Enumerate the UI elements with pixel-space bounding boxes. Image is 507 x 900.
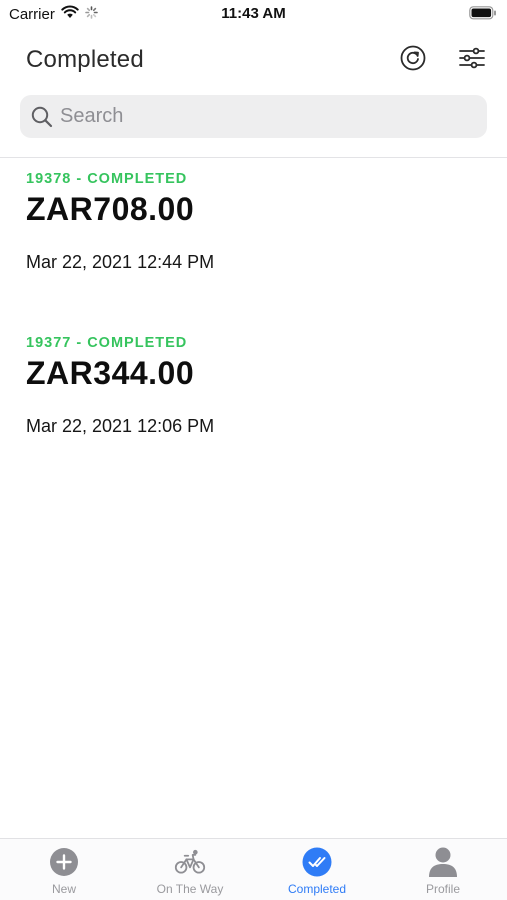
tab-completed[interactable]: Completed — [254, 846, 380, 900]
status-time: 11:43 AM — [221, 5, 286, 22]
bicycle-icon — [174, 846, 206, 878]
refresh-button[interactable] — [397, 44, 429, 76]
person-icon — [427, 846, 459, 878]
search-input[interactable] — [58, 104, 462, 129]
double-check-circle-icon — [301, 846, 333, 878]
tab-label: Profile — [425, 882, 460, 896]
order-date: Mar 22, 2021 12:06 PM — [26, 416, 215, 436]
refresh-icon — [400, 45, 426, 76]
tab-label: Completed — [287, 882, 347, 896]
battery-icon — [469, 6, 497, 25]
page-title: Completed — [26, 46, 144, 73]
tab-profile[interactable]: Profile — [380, 846, 506, 900]
search-icon — [29, 104, 55, 130]
filter-sliders-icon — [459, 47, 485, 74]
plus-circle-icon — [48, 846, 80, 878]
order-item[interactable]: 19378 - COMPLETED ZAR708.00 Mar 22, 2021… — [26, 171, 486, 273]
nav-header: Completed — [0, 36, 507, 86]
tab-label: On The Way — [156, 882, 224, 896]
search-bar[interactable] — [20, 95, 487, 138]
completed-orders-screen: Carrier 11:43 AM Completed Search 19378 … — [0, 0, 507, 900]
tab-label: New — [51, 882, 76, 896]
order-amount: ZAR344.00 — [26, 355, 195, 391]
tab-bar: New On The Way Completed Profile — [0, 838, 507, 900]
order-status: 19377 - COMPLETED — [26, 335, 188, 351]
filter-button[interactable] — [456, 44, 488, 76]
tab-on-the-way[interactable]: On The Way — [127, 846, 253, 900]
status-bar: Carrier 11:43 AM — [0, 0, 507, 28]
order-date: Mar 22, 2021 12:44 PM — [26, 252, 215, 272]
order-item[interactable]: 19377 - COMPLETED ZAR344.00 Mar 22, 2021… — [26, 335, 486, 437]
tab-new[interactable]: New — [1, 846, 127, 900]
header-divider — [0, 157, 507, 158]
order-status: 19378 - COMPLETED — [26, 171, 188, 187]
order-amount: ZAR708.00 — [26, 191, 195, 227]
